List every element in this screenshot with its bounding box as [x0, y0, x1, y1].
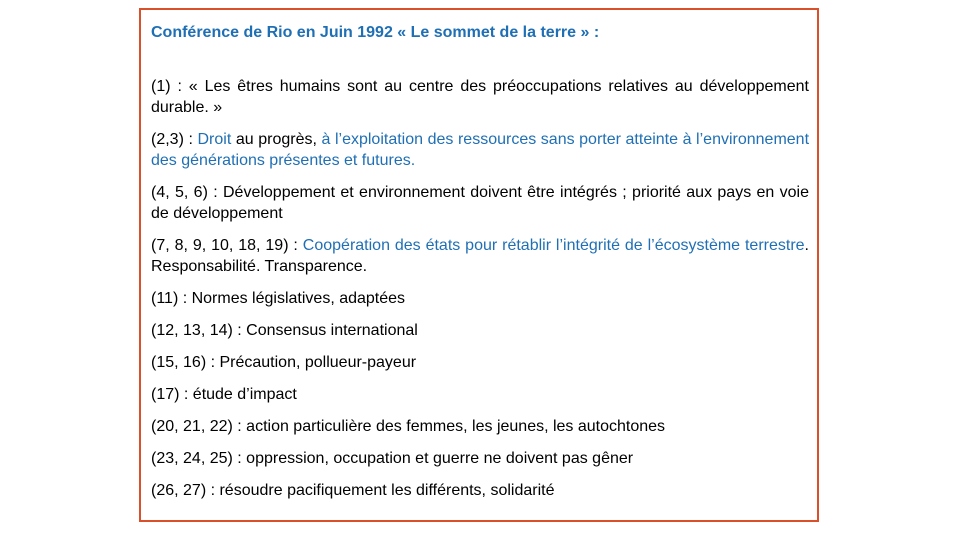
item-text: (20, 21, 22) : action particulière des f…	[151, 418, 666, 435]
item-text: (15, 16) : Précaution, pollueur-payeur	[151, 354, 417, 371]
item-highlight: Coopération des états pour rétablir l’in…	[302, 237, 805, 254]
content-frame: Conférence de Rio en Juin 1992 « Le somm…	[139, 8, 819, 522]
principle-item-23-25: (23, 24, 25) : oppression, occupation et…	[151, 448, 809, 469]
principle-item-7-19: (7, 8, 9, 10, 18, 19) : Coopération des …	[151, 235, 809, 277]
slide-title: Conférence de Rio en Juin 1992 « Le somm…	[151, 24, 600, 41]
item-text: (1) : « Les êtres humains sont au centre…	[151, 78, 809, 116]
item-highlight: Droit	[197, 131, 232, 148]
item-text: (17) : étude d’impact	[151, 386, 297, 403]
principle-item-11: (11) : Normes législatives, adaptées	[151, 288, 809, 309]
item-text: (2,3) :	[151, 131, 198, 148]
principle-item-17: (17) : étude d’impact	[151, 384, 809, 405]
principle-item-15-16: (15, 16) : Précaution, pollueur-payeur	[151, 352, 809, 373]
principle-item-20-22: (20, 21, 22) : action particulière des f…	[151, 416, 809, 437]
item-text: (11) : Normes législatives, adaptées	[151, 290, 406, 307]
item-text: (12, 13, 14) : Consensus international	[151, 322, 418, 339]
item-text: (7, 8, 9, 10, 18, 19) :	[151, 237, 303, 254]
principle-item-12-14: (12, 13, 14) : Consensus international	[151, 320, 809, 341]
principle-item-1: (1) : « Les êtres humains sont au centre…	[151, 76, 809, 118]
item-text: (23, 24, 25) : oppression, occupation et…	[151, 450, 634, 467]
item-text: au progrès,	[231, 131, 322, 148]
item-text: (26, 27) : résoudre pacifiquement les di…	[151, 482, 555, 499]
principle-item-26-27: (26, 27) : résoudre pacifiquement les di…	[151, 480, 809, 501]
principle-item-2-3: (2,3) : Droit au progrès, à l’exploitati…	[151, 129, 809, 171]
principle-item-4-6: (4, 5, 6) : Développement et environneme…	[151, 182, 809, 224]
item-text: (4, 5, 6) : Développement et environneme…	[151, 184, 809, 222]
